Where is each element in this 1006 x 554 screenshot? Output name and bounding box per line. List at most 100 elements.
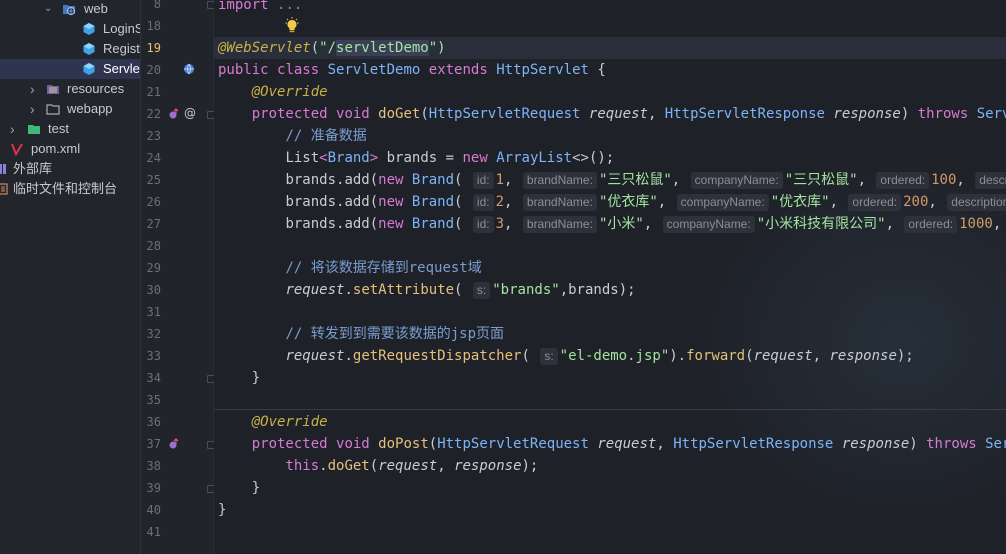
parameter-hint: id: — [472, 216, 494, 233]
chevron-right-icon[interactable]: › — [30, 99, 35, 119]
tree-item-label: ServletDemo — [103, 61, 140, 76]
tree-item-label: test — [48, 121, 69, 136]
selected-text: servletDemo — [336, 40, 429, 56]
web-endpoint-icon[interactable] — [183, 63, 195, 75]
project-tree: ⌄ web LoginServlet RegisterServlet Servl… — [0, 0, 141, 554]
parameter-hint: ordered: — [876, 172, 930, 189]
code-line[interactable]: protected void doGet(HttpServletRequest … — [218, 103, 1006, 125]
line-number: 41 — [146, 525, 161, 539]
test-folder-icon — [28, 125, 40, 134]
method-separator — [214, 409, 1006, 410]
parameter-hint: companyName: — [690, 172, 783, 189]
line-number: 26 — [146, 195, 161, 209]
line-number: 25 — [146, 173, 161, 187]
line-number: 33 — [146, 349, 161, 363]
code-line[interactable]: } — [218, 477, 260, 499]
parameter-hint: brandName: — [522, 216, 597, 233]
tree-item-label: 外部库 — [13, 161, 53, 176]
maven-icon — [11, 143, 23, 156]
code-line[interactable]: @Override — [218, 411, 328, 433]
parameter-hint: descriptio — [975, 172, 1006, 189]
java-class-icon — [83, 63, 95, 75]
folded-imports[interactable]: ... — [277, 0, 302, 13]
line-number: 8 — [153, 0, 161, 11]
line-number: 19 — [146, 41, 161, 55]
line-number: 27 — [146, 217, 161, 231]
code-line[interactable]: brands.add(new Brand( id: 3, brandName: "小… — [218, 213, 1006, 235]
editor-gutter[interactable]: 8 18 19 20 21 22 23 24 25 26 27 28 29 30… — [141, 0, 215, 554]
parameter-hint: brandName: — [522, 172, 597, 189]
line-number: 37 — [146, 437, 161, 451]
code-line[interactable]: } — [218, 499, 226, 521]
code-line[interactable]: public class ServletDemo extends HttpSer… — [218, 59, 606, 81]
code-line[interactable]: protected void doPost(HttpServletRequest… — [218, 433, 1006, 455]
tree-item-label: RegisterServlet — [103, 41, 140, 56]
line-number: 32 — [146, 327, 161, 341]
line-number: 30 — [146, 283, 161, 297]
tree-item-test[interactable]: › test — [0, 119, 140, 139]
line-number: 28 — [146, 239, 161, 253]
line-number: 23 — [146, 129, 161, 143]
code-line-current[interactable]: @WebServlet("/servletDemo") — [214, 37, 1006, 59]
code-line[interactable]: // 将该数据存储到request域 — [218, 257, 481, 279]
line-number: 39 — [146, 481, 161, 495]
code-line[interactable]: brands.add(new Brand( id: 2, brandName: "优… — [218, 191, 1006, 213]
code-line[interactable]: // 准备数据 — [218, 125, 366, 147]
override-method-icon[interactable] — [168, 438, 180, 450]
tree-item-loginservlet[interactable]: LoginServlet — [0, 19, 140, 39]
java-class-icon — [83, 43, 95, 55]
scratch-icon — [0, 183, 8, 195]
folder-icon — [46, 104, 60, 115]
tree-item-label: resources — [67, 81, 125, 96]
tree-item-label: webapp — [67, 101, 113, 116]
tree-item-pom[interactable]: pom.xml — [0, 139, 140, 159]
tree-item-scratches[interactable]: 临时文件和控制台 — [0, 179, 140, 199]
parameter-hint: companyName: — [676, 194, 769, 211]
tree-item-external-libraries[interactable]: 外部库 — [0, 159, 140, 179]
parameter-hint: brandName: — [522, 194, 597, 211]
chevron-right-icon[interactable]: › — [10, 119, 15, 139]
line-number: 38 — [146, 459, 161, 473]
code-line[interactable]: @Override — [218, 81, 328, 103]
line-number: 20 — [146, 63, 161, 77]
chevron-right-icon[interactable]: › — [30, 79, 35, 99]
tree-item-label: pom.xml — [31, 141, 81, 156]
code-line[interactable]: List<Brand> brands = new ArrayList<>(); — [218, 147, 614, 169]
annotation-marker-icon[interactable]: @ — [184, 106, 196, 120]
code-line[interactable]: import ... — [218, 0, 302, 16]
chevron-down-icon[interactable]: ⌄ — [44, 0, 52, 19]
line-number: 22 — [146, 107, 161, 121]
code-line[interactable]: } — [218, 367, 260, 389]
parameter-hint: id: — [472, 194, 494, 211]
code-line[interactable]: request.setAttribute( s: "brands",brands)… — [218, 279, 636, 301]
library-icon — [0, 164, 6, 174]
tree-item-registerservlet[interactable]: RegisterServlet — [0, 39, 140, 59]
code-line[interactable]: brands.add(new Brand( id: 1, brandName: "三… — [218, 169, 1006, 191]
code-editor[interactable]: import ... @WebServlet("/servletDemo") p… — [214, 0, 1006, 554]
parameter-hint: id: — [472, 172, 494, 189]
override-method-icon[interactable] — [168, 108, 180, 120]
java-class-icon — [83, 23, 95, 35]
line-number: 36 — [146, 415, 161, 429]
tree-item-web[interactable]: ⌄ web — [0, 0, 140, 19]
line-number: 21 — [146, 85, 161, 99]
tree-item-label: web — [84, 1, 108, 16]
line-number: 35 — [146, 393, 161, 407]
parameter-hint: s: — [472, 282, 491, 299]
web-folder-icon — [63, 5, 76, 16]
line-number: 29 — [146, 261, 161, 275]
line-number: 18 — [146, 19, 161, 33]
code-line[interactable]: this.doGet(request, response); — [218, 455, 538, 477]
tree-item-label: 临时文件和控制台 — [13, 181, 118, 196]
tree-item-webapp[interactable]: › webapp — [0, 99, 140, 119]
parameter-hint: s: — [540, 348, 558, 365]
code-line[interactable]: request.getRequestDispatcher( s: "el-demo… — [218, 345, 914, 367]
tree-item-servletdemo[interactable]: ServletDemo — [0, 59, 140, 79]
line-number: 40 — [146, 503, 161, 517]
parameter-hint: companyName: — [662, 216, 755, 233]
parameter-hint: ordered: — [848, 194, 902, 211]
code-line[interactable]: // 转发到到需要该数据的jsp页面 — [218, 323, 504, 345]
tree-item-resources[interactable]: › resources — [0, 79, 140, 99]
lightbulb-icon[interactable] — [284, 17, 300, 35]
line-number: 34 — [146, 371, 161, 385]
